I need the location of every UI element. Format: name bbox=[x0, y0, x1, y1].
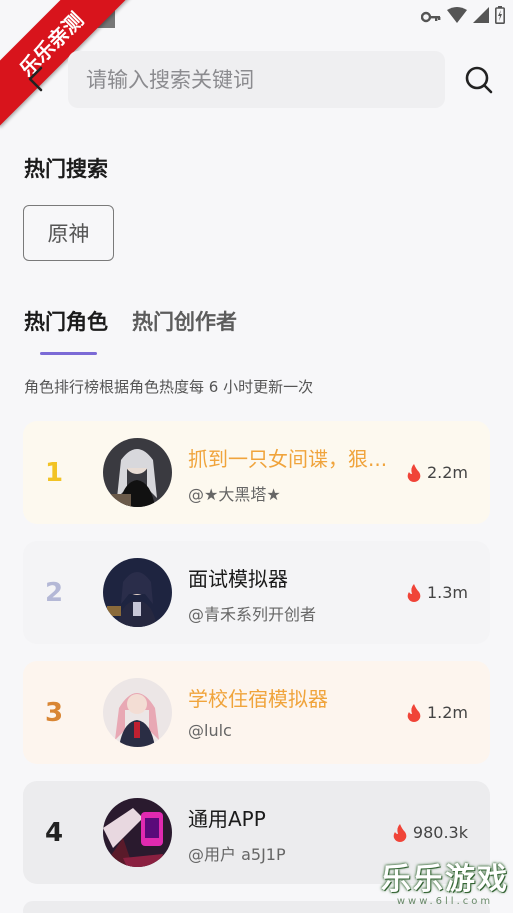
search-icon bbox=[465, 66, 493, 94]
vpn-key-icon bbox=[420, 8, 441, 27]
character-author: @用户 a5J1P bbox=[188, 845, 286, 864]
heat-badge: 1.2m bbox=[407, 661, 468, 764]
site-watermark: 乐乐游戏 www.6ll.com bbox=[381, 854, 509, 907]
ranking-item-2[interactable]: 2 面试模拟器 @青禾系列开创者 1.3m bbox=[23, 541, 490, 644]
tab-hot-characters[interactable]: 热门角色 bbox=[24, 306, 108, 336]
ranking-tabs: 热门角色 热门创作者 bbox=[24, 306, 237, 336]
rank-number: 4 bbox=[44, 817, 64, 848]
tab-hot-creators[interactable]: 热门创作者 bbox=[132, 306, 237, 336]
heat-value: 2.2m bbox=[426, 463, 468, 482]
flame-icon bbox=[407, 583, 421, 602]
ranking-item-1[interactable]: 1 抓到一只女间谍，狠... @★大黑塔★ 2.2m bbox=[23, 421, 490, 524]
flame-icon bbox=[407, 703, 421, 722]
rank-number: 2 bbox=[44, 577, 64, 608]
character-name: 学校住宿模拟器 bbox=[188, 687, 328, 711]
rank-number: 3 bbox=[44, 697, 64, 728]
battery-icon bbox=[495, 6, 505, 28]
flame-icon bbox=[393, 823, 407, 842]
heat-value: 1.3m bbox=[426, 583, 468, 602]
character-name: 通用APP bbox=[188, 807, 266, 831]
back-button[interactable] bbox=[20, 64, 50, 94]
character-name: 抓到一只女间谍，狠... bbox=[188, 447, 388, 471]
character-avatar bbox=[103, 558, 172, 627]
heat-badge: 1.3m bbox=[407, 541, 468, 644]
ranking-item-3[interactable]: 3 学校住宿模拟器 @lulc 1.2m bbox=[23, 661, 490, 764]
character-avatar bbox=[103, 678, 172, 747]
hot-search-chip[interactable]: 原神 bbox=[23, 205, 114, 261]
search-input[interactable] bbox=[68, 51, 445, 108]
rank-number: 1 bbox=[44, 457, 64, 488]
wifi-icon bbox=[447, 7, 467, 27]
tab-indicator bbox=[40, 352, 97, 355]
flame-icon bbox=[407, 463, 421, 482]
signal-icon bbox=[473, 7, 489, 27]
watermark-url: www.6ll.com bbox=[396, 896, 494, 907]
character-name: 面试模拟器 bbox=[188, 567, 288, 591]
search-bar bbox=[0, 50, 513, 108]
character-author: @青禾系列开创者 bbox=[188, 605, 317, 624]
heat-value: 980.3k bbox=[412, 823, 468, 842]
heat-value: 1.2m bbox=[426, 703, 468, 722]
heat-badge: 2.2m bbox=[407, 421, 468, 524]
search-button[interactable] bbox=[462, 63, 496, 97]
character-author: @★大黑塔★ bbox=[188, 485, 281, 504]
hot-search-title: 热门搜索 bbox=[24, 157, 108, 181]
ranking-subtitle: 角色排行榜根据角色热度每 6 小时更新一次 bbox=[24, 378, 314, 396]
character-author: @lulc bbox=[188, 721, 232, 740]
chevron-left-icon bbox=[28, 66, 43, 92]
watermark-logo: 乐乐游戏 bbox=[381, 862, 509, 897]
character-avatar bbox=[103, 798, 172, 867]
character-avatar bbox=[103, 438, 172, 507]
